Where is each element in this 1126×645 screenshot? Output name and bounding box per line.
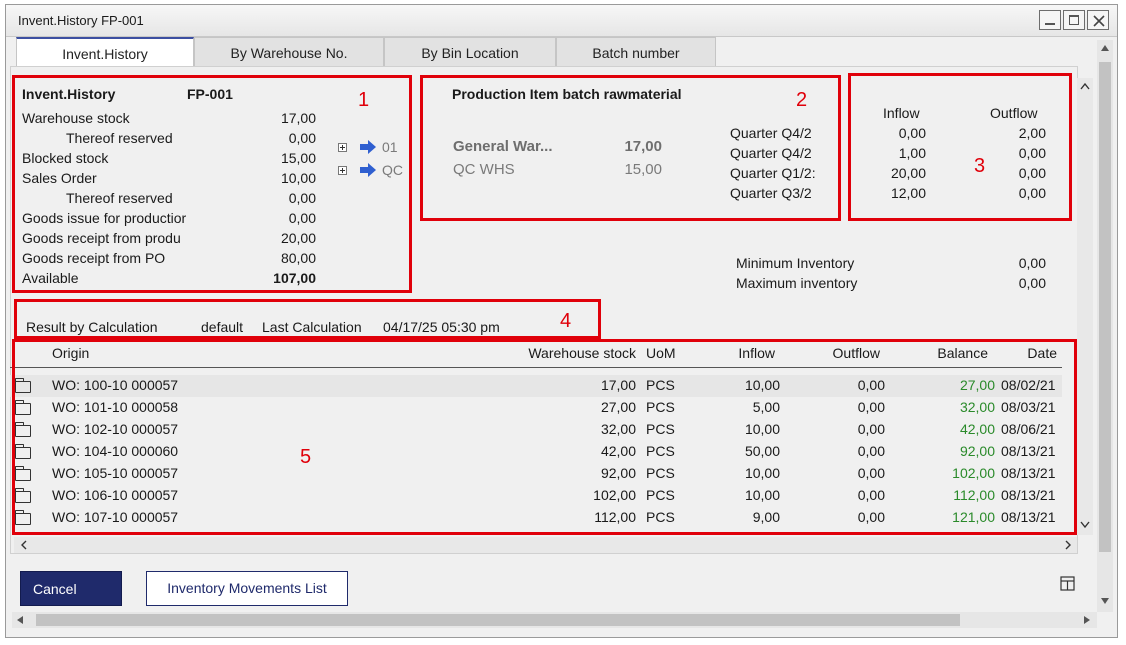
min-inventory-label: Minimum Inventory	[736, 255, 855, 271]
max-inventory-label: Maximum inventory	[736, 275, 858, 291]
callout-box-5	[12, 339, 1077, 535]
scroll-left-icon[interactable]	[16, 615, 24, 625]
callout-number: 4	[560, 310, 572, 332]
callout-number: 5	[300, 446, 312, 468]
min-inventory-value: 0,00	[1018, 255, 1046, 271]
callout-box-1	[12, 75, 412, 293]
close-icon	[1093, 15, 1105, 27]
form-settings-icon[interactable]	[1060, 576, 1075, 591]
chevron-down-icon[interactable]	[1080, 521, 1090, 529]
scroll-down-icon[interactable]	[1100, 597, 1110, 605]
callout-number: 1	[358, 89, 370, 111]
chevron-right-icon[interactable]	[1064, 540, 1072, 550]
callout-number: 2	[796, 89, 808, 111]
inventory-movements-list-button[interactable]: Inventory Movements List	[146, 571, 348, 606]
chevron-up-icon[interactable]	[1080, 82, 1090, 90]
cancel-button[interactable]: Cancel	[20, 571, 122, 606]
tab-batch-number[interactable]: Batch number	[556, 37, 716, 67]
callout-box-4	[14, 299, 601, 339]
title-bar[interactable]: Invent.History FP-001	[6, 5, 1117, 37]
close-button[interactable]	[1087, 10, 1109, 30]
vertical-scroll-thumb[interactable]	[1099, 62, 1111, 552]
scroll-up-icon[interactable]	[1100, 44, 1110, 52]
horizontal-scroll-thumb[interactable]	[36, 614, 960, 626]
scroll-right-icon[interactable]	[1083, 615, 1091, 625]
minimize-button[interactable]	[1039, 10, 1061, 30]
callout-box-2	[420, 75, 841, 221]
chevron-left-icon[interactable]	[20, 540, 28, 550]
maximize-button[interactable]	[1063, 10, 1085, 30]
tab-by-bin-location[interactable]: By Bin Location	[384, 37, 556, 67]
window-title: Invent.History FP-001	[18, 13, 144, 28]
tab-invent-history[interactable]: Invent.History	[16, 37, 194, 67]
window-horizontal-scrollbar[interactable]	[12, 612, 1097, 628]
callout-box-3	[848, 73, 1072, 221]
inner-vertical-scrollbar[interactable]	[1077, 78, 1093, 535]
inner-horizontal-scrollbar[interactable]	[14, 537, 1077, 553]
tab-by-warehouse[interactable]: By Warehouse No.	[194, 37, 384, 67]
max-inventory-value: 0,00	[1018, 275, 1046, 291]
callout-number: 3	[974, 155, 986, 177]
window-vertical-scrollbar[interactable]	[1097, 40, 1113, 612]
